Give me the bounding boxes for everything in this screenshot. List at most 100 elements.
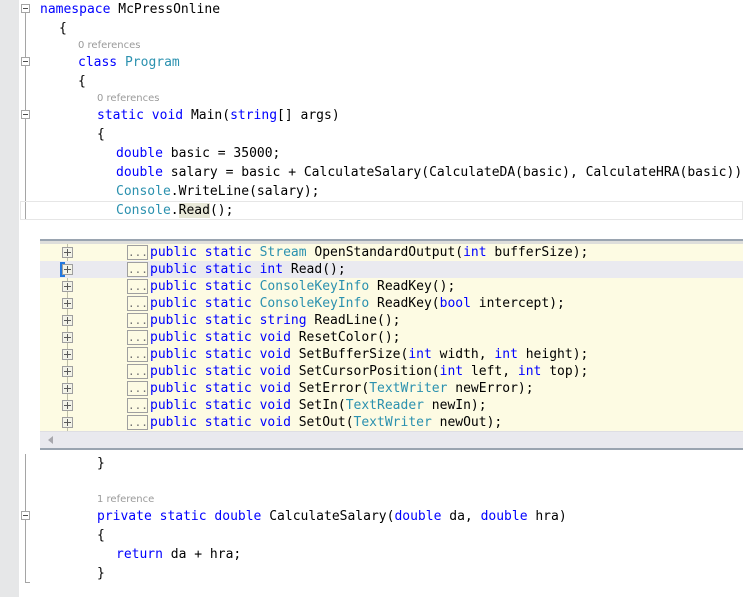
fold-expand-icon[interactable]: [62, 383, 73, 394]
collapsed-block-ellipsis[interactable]: ...: [127, 415, 148, 430]
code-surface[interactable]: namespace McPressOnline {0 references clas…: [20, 0, 743, 597]
code-token: private: [97, 509, 160, 524]
peek-definition-window[interactable]: ... public static Stream OpenStandardOutp…: [40, 239, 743, 450]
peek-horizontal-scrollbar[interactable]: [40, 431, 743, 448]
peek-result-row[interactable]: ... public static void SetError(TextWrite…: [40, 380, 743, 397]
code-block-upper[interactable]: namespace McPressOnline {0 references clas…: [20, 0, 743, 220]
code-line[interactable]: return da + hra;: [20, 545, 743, 564]
fold-expand-icon[interactable]: [62, 264, 73, 275]
code-token: static: [204, 398, 260, 413]
peek-result-row[interactable]: ... public static ConsoleKeyInfo ReadKey(…: [40, 295, 743, 312]
collapsed-block-ellipsis[interactable]: ...: [127, 381, 148, 396]
codelens-reference-count[interactable]: 0 references: [97, 91, 160, 106]
triangle-left-icon[interactable]: [48, 436, 53, 444]
code-token: class: [78, 55, 125, 70]
fold-guideline: [25, 545, 26, 564]
fold-expand-icon[interactable]: [62, 332, 73, 343]
peek-result-row[interactable]: ... public static ConsoleKeyInfo ReadKey(…: [40, 278, 743, 295]
code-line[interactable]: Console.Read();: [20, 201, 743, 220]
code-line[interactable]: {: [20, 72, 743, 91]
fold-expand-icon[interactable]: [62, 281, 73, 292]
code-line[interactable]: double salary = basic + CalculateSalary(…: [20, 163, 743, 182]
codelens-row[interactable]: 0 references: [20, 91, 743, 110]
codelens-reference-count[interactable]: 1 reference: [97, 492, 154, 507]
collapsed-block-ellipsis[interactable]: ...: [127, 398, 148, 413]
fold-expand-icon[interactable]: [62, 298, 73, 309]
code-token: salary = basic + CalculateSalary(Calcula…: [170, 165, 743, 180]
code-line[interactable]: {: [20, 125, 743, 144]
codelens-label[interactable]: 0 references: [97, 93, 160, 104]
codelens-label[interactable]: 1 reference: [97, 494, 154, 505]
peek-signature-text: public static void SetError(TextWriter n…: [150, 380, 534, 397]
code-line[interactable]: namespace McPressOnline: [20, 0, 743, 19]
code-token: double: [214, 509, 270, 524]
peek-signature-text: public static void SetCursorPosition(int…: [150, 363, 588, 380]
code-line-text: {: [97, 526, 105, 545]
codelens-reference-count[interactable]: 0 references: [78, 38, 141, 53]
code-token: public: [150, 415, 205, 430]
peek-results-list[interactable]: ... public static Stream OpenStandardOutp…: [40, 244, 743, 431]
codelens-row[interactable]: 1 reference: [20, 492, 743, 511]
fold-expand-icon[interactable]: [62, 417, 73, 428]
fold-expand-icon[interactable]: [62, 349, 73, 360]
code-token: intercept);: [478, 296, 565, 311]
collapsed-block-ellipsis[interactable]: ...: [127, 347, 148, 362]
fold-expand-icon[interactable]: [62, 315, 73, 326]
peek-result-row[interactable]: ... public static string ReadLine();: [40, 312, 743, 329]
fold-expand-icon[interactable]: [62, 366, 73, 377]
code-token: {: [97, 127, 105, 142]
peek-signature-text: public static int Read();: [150, 261, 346, 278]
code-block-lower[interactable]: } 1 reference private static double Calcul…: [20, 454, 743, 583]
peek-result-row[interactable]: ... public static void ResetColor();: [40, 329, 743, 346]
code-token: public: [150, 313, 205, 328]
codelens-label[interactable]: 0 references: [78, 40, 141, 51]
code-token: double: [480, 509, 536, 524]
code-token: void: [259, 381, 299, 396]
code-token: top);: [549, 364, 589, 379]
peek-result-row[interactable]: ... public static void SetOut(TextWriter …: [40, 414, 743, 431]
fold-guideline-end: [25, 564, 30, 583]
code-line[interactable]: [20, 473, 743, 492]
code-line[interactable]: Console.WriteLine(salary);: [20, 182, 743, 201]
collapsed-block-ellipsis[interactable]: ...: [127, 245, 148, 260]
code-token: height);: [525, 347, 589, 362]
code-token: void: [259, 330, 299, 345]
code-token: void: [259, 347, 299, 362]
code-line[interactable]: private static double CalculateSalary(do…: [20, 507, 743, 526]
code-line[interactable]: class Program: [20, 53, 743, 72]
peek-result-row[interactable]: ... public static void SetCursorPosition(…: [40, 363, 743, 380]
collapsed-block-ellipsis[interactable]: ...: [127, 296, 148, 311]
code-line[interactable]: {: [20, 19, 743, 38]
fold-guideline: [25, 454, 26, 473]
fold-guideline: [25, 182, 26, 201]
peek-result-row[interactable]: ... public static void SetIn(TextReader n…: [40, 397, 743, 414]
code-token: Read: [178, 203, 210, 218]
peek-result-row[interactable]: ... public static int Read();: [40, 261, 743, 278]
code-token: namespace: [40, 2, 119, 17]
code-token: ConsoleKeyInfo: [259, 296, 377, 311]
code-token: ReadKey();: [377, 279, 456, 294]
collapsed-block-ellipsis[interactable]: ...: [127, 364, 148, 379]
codelens-row[interactable]: 0 references: [20, 38, 743, 57]
code-line[interactable]: }: [20, 564, 743, 583]
peek-result-row[interactable]: ... public static Stream OpenStandardOutp…: [40, 244, 743, 261]
code-line[interactable]: {: [20, 526, 743, 545]
code-token: Stream: [259, 245, 315, 260]
code-token: static: [204, 347, 260, 362]
fold-expand-icon[interactable]: [62, 400, 73, 411]
code-line[interactable]: static void Main(string[] args): [20, 106, 743, 125]
fold-expand-icon[interactable]: [62, 247, 73, 258]
code-line[interactable]: }: [20, 454, 743, 473]
code-line-text: static void Main(string[] args): [97, 106, 340, 125]
code-token: newIn);: [431, 398, 487, 413]
code-token: newOut);: [439, 415, 503, 430]
code-token: int: [408, 347, 440, 362]
collapsed-block-ellipsis[interactable]: ...: [127, 279, 148, 294]
collapsed-block-ellipsis[interactable]: ...: [127, 330, 148, 345]
collapsed-block-ellipsis[interactable]: ...: [127, 313, 148, 328]
code-token: basic = 35000;: [170, 146, 281, 161]
collapsed-block-ellipsis[interactable]: ...: [127, 262, 148, 277]
peek-result-row[interactable]: ... public static void SetBufferSize(int …: [40, 346, 743, 363]
code-editor[interactable]: namespace McPressOnline {0 references clas…: [0, 0, 743, 597]
code-line[interactable]: double basic = 35000;: [20, 144, 743, 163]
